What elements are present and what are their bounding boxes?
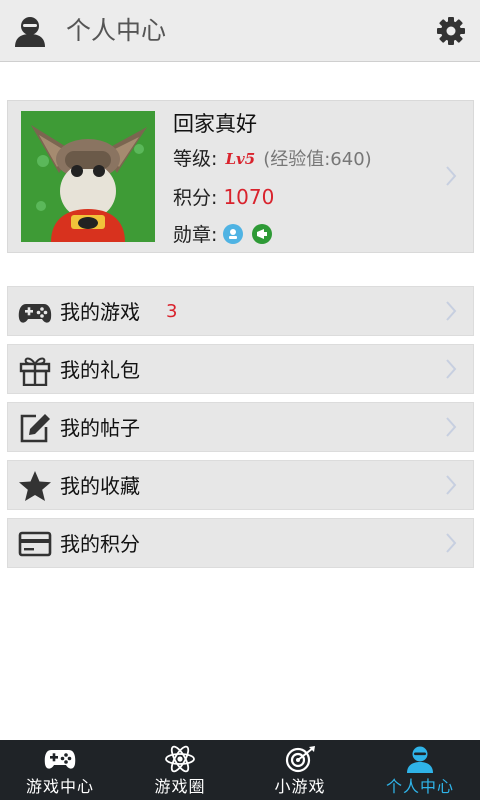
gear-icon[interactable] [436,16,466,46]
points-label: 积分: [173,187,218,209]
gamepad-icon [18,304,52,323]
menu-my-games[interactable]: 我的游戏 3 [7,286,474,336]
avatar [21,111,155,242]
chevron-right-icon [446,475,457,495]
user-icon [407,746,433,773]
atom-icon [165,745,195,773]
medals-row: 勋章: [173,221,272,249]
menu-my-posts[interactable]: 我的帖子 [7,402,474,452]
chevron-right-icon [446,166,457,186]
games-count: 3 [166,301,178,322]
menu-label: 我的游戏 [60,300,140,324]
tab-game-center[interactable]: 游戏中心 [0,740,120,800]
profile-card[interactable]: 回家真好 等级: Lv5 (经验值:640) 积分: 1070 勋章: [7,100,474,253]
menu-label: 我的收藏 [60,474,140,498]
page-title: 个人中心 [66,16,167,45]
medals-label: 勋章: [173,224,218,246]
gift-icon [19,357,51,386]
card-icon [18,531,52,557]
tab-game-circle[interactable]: 游戏圈 [120,740,240,800]
medal-person-icon [223,224,244,244]
chevron-right-icon [446,417,457,437]
chevron-right-icon [446,533,457,553]
experience-value: (经验值:640) [263,149,372,170]
menu-label: 我的礼包 [60,358,140,382]
medal-megaphone-icon [251,224,272,244]
level-label: 等级: [173,148,218,170]
user-name: 回家真好 [173,112,257,136]
edit-icon [20,414,50,443]
menu-my-gifts[interactable]: 我的礼包 [7,344,474,394]
top-bar: 个人中心 [0,0,480,62]
menu-my-points[interactable]: 我的积分 [7,518,474,568]
level-row: 等级: Lv5 (经验值:640) [173,145,372,174]
tab-mini-games[interactable]: 小游戏 [240,740,360,800]
bottom-tab-bar: 游戏中心 游戏圈 小游戏 个人中心 [0,740,480,800]
chevron-right-icon [446,359,457,379]
tab-label: 游戏中心 [25,777,94,796]
chevron-right-icon [446,301,457,321]
menu-my-favorites[interactable]: 我的收藏 [7,460,474,510]
gamepad-icon [44,750,76,769]
menu-label: 我的帖子 [60,416,140,440]
tab-label: 个人中心 [385,777,454,796]
user-icon [15,17,45,47]
menu-label: 我的积分 [60,532,140,556]
tab-profile[interactable]: 个人中心 [360,740,480,800]
points-value: 1070 [223,185,275,209]
star-icon [19,471,51,501]
target-icon [285,746,315,773]
level-badge: Lv5 [225,150,256,168]
tab-label: 小游戏 [274,777,326,796]
tab-label: 游戏圈 [154,777,206,796]
points-row: 积分: 1070 [173,183,274,212]
